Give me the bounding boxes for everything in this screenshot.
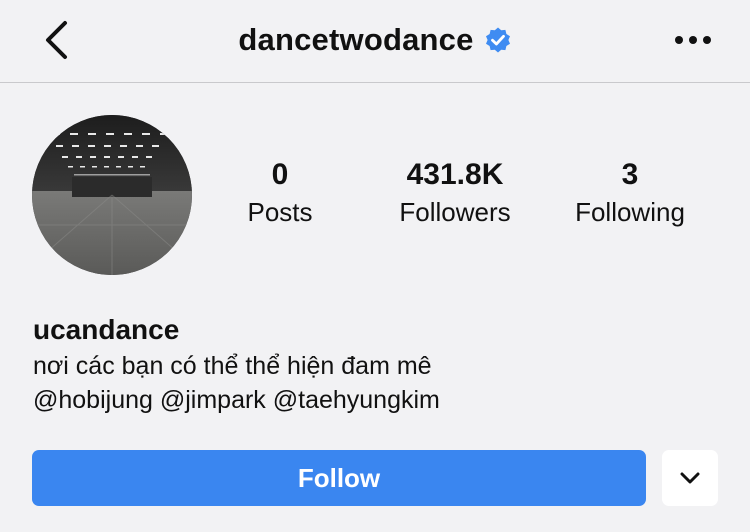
posts-stat[interactable]: 0 Posts bbox=[195, 156, 365, 230]
followers-count: 431.8K bbox=[406, 158, 504, 191]
top-navigation-bar: dancetwodance bbox=[0, 0, 750, 83]
following-count: 3 bbox=[621, 158, 639, 191]
bio-mentions[interactable]: @hobijung @jimpark @taehyungkim bbox=[33, 383, 713, 417]
profile-avatar[interactable] bbox=[32, 115, 192, 275]
more-horizontal-icon bbox=[675, 36, 711, 44]
verified-badge-icon bbox=[485, 27, 510, 53]
posts-label: Posts bbox=[247, 197, 313, 227]
followers-stat[interactable]: 431.8K Followers bbox=[370, 156, 540, 230]
chevron-down-icon bbox=[680, 472, 700, 484]
suggested-accounts-dropdown-button[interactable] bbox=[662, 450, 718, 506]
header-title-group: dancetwodance bbox=[0, 18, 750, 62]
followers-label: Followers bbox=[399, 197, 511, 227]
following-label: Following bbox=[575, 197, 685, 227]
follow-button-label: Follow bbox=[297, 462, 381, 493]
follow-button[interactable]: Follow bbox=[32, 450, 646, 506]
posts-count: 0 bbox=[271, 158, 289, 191]
more-options-button[interactable] bbox=[668, 18, 718, 62]
avatar-image bbox=[32, 115, 192, 275]
following-stat[interactable]: 3 Following bbox=[545, 156, 715, 230]
profile-username-title: dancetwodance bbox=[238, 22, 474, 57]
profile-bio: ucandance nơi các bạn có thể thể hiện đa… bbox=[33, 311, 713, 417]
profile-display-name: ucandance bbox=[33, 314, 180, 345]
bio-description: nơi các bạn có thể thể hiện đam mê bbox=[33, 352, 432, 380]
